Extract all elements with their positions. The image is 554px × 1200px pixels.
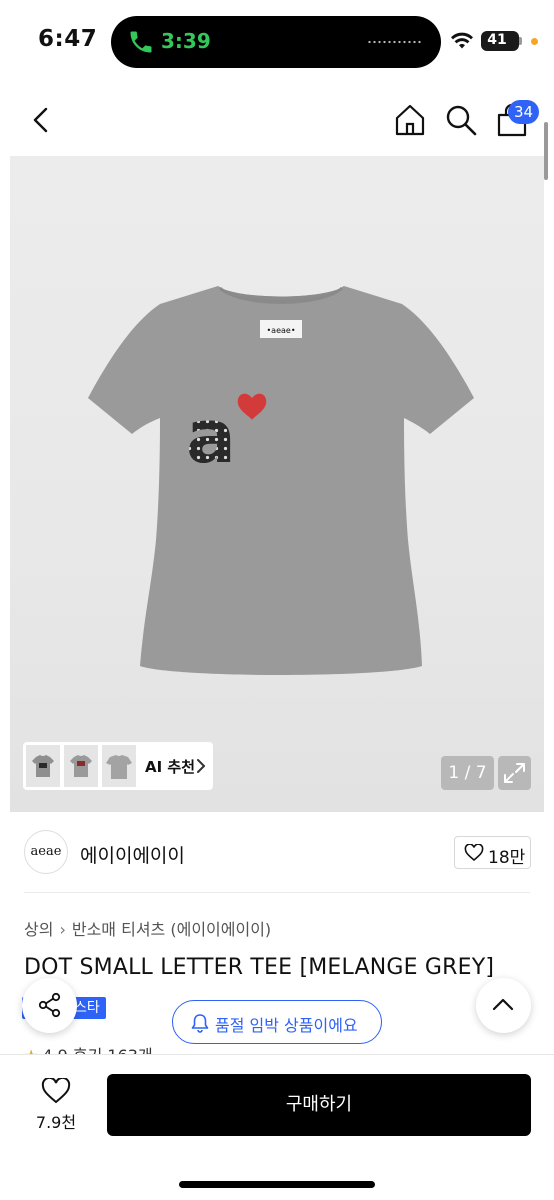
- thumbnail-2[interactable]: [64, 745, 98, 787]
- brand-like-button[interactable]: 18만: [454, 836, 531, 869]
- top-nav: [0, 90, 554, 150]
- heart-icon: [41, 1078, 71, 1104]
- home-icon[interactable]: [392, 102, 428, 138]
- chevron-right-icon: [197, 759, 205, 773]
- home-indicator[interactable]: [179, 1181, 375, 1188]
- divider: [24, 892, 530, 893]
- battery-cap: [519, 37, 522, 45]
- brand-like-count: 18만: [488, 848, 526, 868]
- chevron-up-icon: [492, 998, 514, 1011]
- chevron-right-icon: ›: [59, 920, 66, 939]
- svg-text:•aeae•: •aeae•: [266, 326, 295, 335]
- breadcrumb-category[interactable]: 상의: [24, 920, 53, 939]
- battery-level: 41: [487, 32, 507, 48]
- mic-indicator-dot: [531, 38, 538, 45]
- expand-icon: [504, 763, 525, 783]
- ai-recommend-label[interactable]: AI 추천: [145, 756, 195, 777]
- breadcrumb-subcategory[interactable]: 반소매 티셔츠 (에이이에이이): [72, 920, 271, 939]
- back-icon[interactable]: [24, 102, 60, 138]
- scrollbar[interactable]: [544, 122, 548, 180]
- wishlist-button[interactable]: 7.9천: [24, 1075, 90, 1139]
- status-time: 6:47: [38, 26, 98, 52]
- brand-name[interactable]: 에이이에이이: [80, 841, 185, 868]
- audio-waveform: [367, 40, 421, 44]
- bottom-action-bar: 7.9천 구매하기: [0, 1054, 554, 1200]
- thumbnail-1[interactable]: [26, 745, 60, 787]
- buy-button[interactable]: 구매하기: [107, 1074, 531, 1136]
- breadcrumb: 상의 › 반소매 티셔츠 (에이이에이이): [24, 916, 271, 940]
- search-icon[interactable]: [443, 102, 479, 138]
- product-image-gallery[interactable]: •aeae• a AI 추천 1 / 7: [10, 156, 544, 812]
- thumbnail-3[interactable]: [102, 745, 136, 787]
- expand-image-button[interactable]: [498, 756, 531, 790]
- bell-icon: [191, 1014, 209, 1033]
- soldout-notice-pill[interactable]: 품절 임박 상품이에요: [172, 1000, 382, 1044]
- thumbnail-strip[interactable]: AI 추천: [23, 742, 213, 790]
- heart-icon: [464, 844, 484, 862]
- phone-icon: [130, 31, 152, 53]
- battery-indicator: 41: [481, 31, 519, 51]
- share-icon: [38, 992, 61, 1018]
- wifi-icon: [451, 32, 473, 49]
- soldout-notice-text: 품절 임박 상품이에요: [215, 1016, 358, 1035]
- dynamic-island-call[interactable]: 3:39: [111, 16, 441, 68]
- cart-count-badge: 34: [508, 100, 540, 124]
- product-tee-image: •aeae• a: [88, 286, 474, 675]
- status-bar: 6:47 3:39 41: [0, 0, 554, 80]
- brand-logo[interactable]: aeae: [24, 830, 68, 874]
- svg-text:a: a: [186, 394, 236, 480]
- share-button[interactable]: [22, 978, 77, 1033]
- wishlist-count: 7.9천: [35, 1113, 77, 1132]
- product-title: DOT SMALL LETTER TEE [MELANGE GREY]: [24, 955, 495, 980]
- scroll-top-button[interactable]: [476, 978, 531, 1033]
- image-page-indicator: 1 / 7: [441, 756, 494, 790]
- call-duration: 3:39: [161, 29, 211, 53]
